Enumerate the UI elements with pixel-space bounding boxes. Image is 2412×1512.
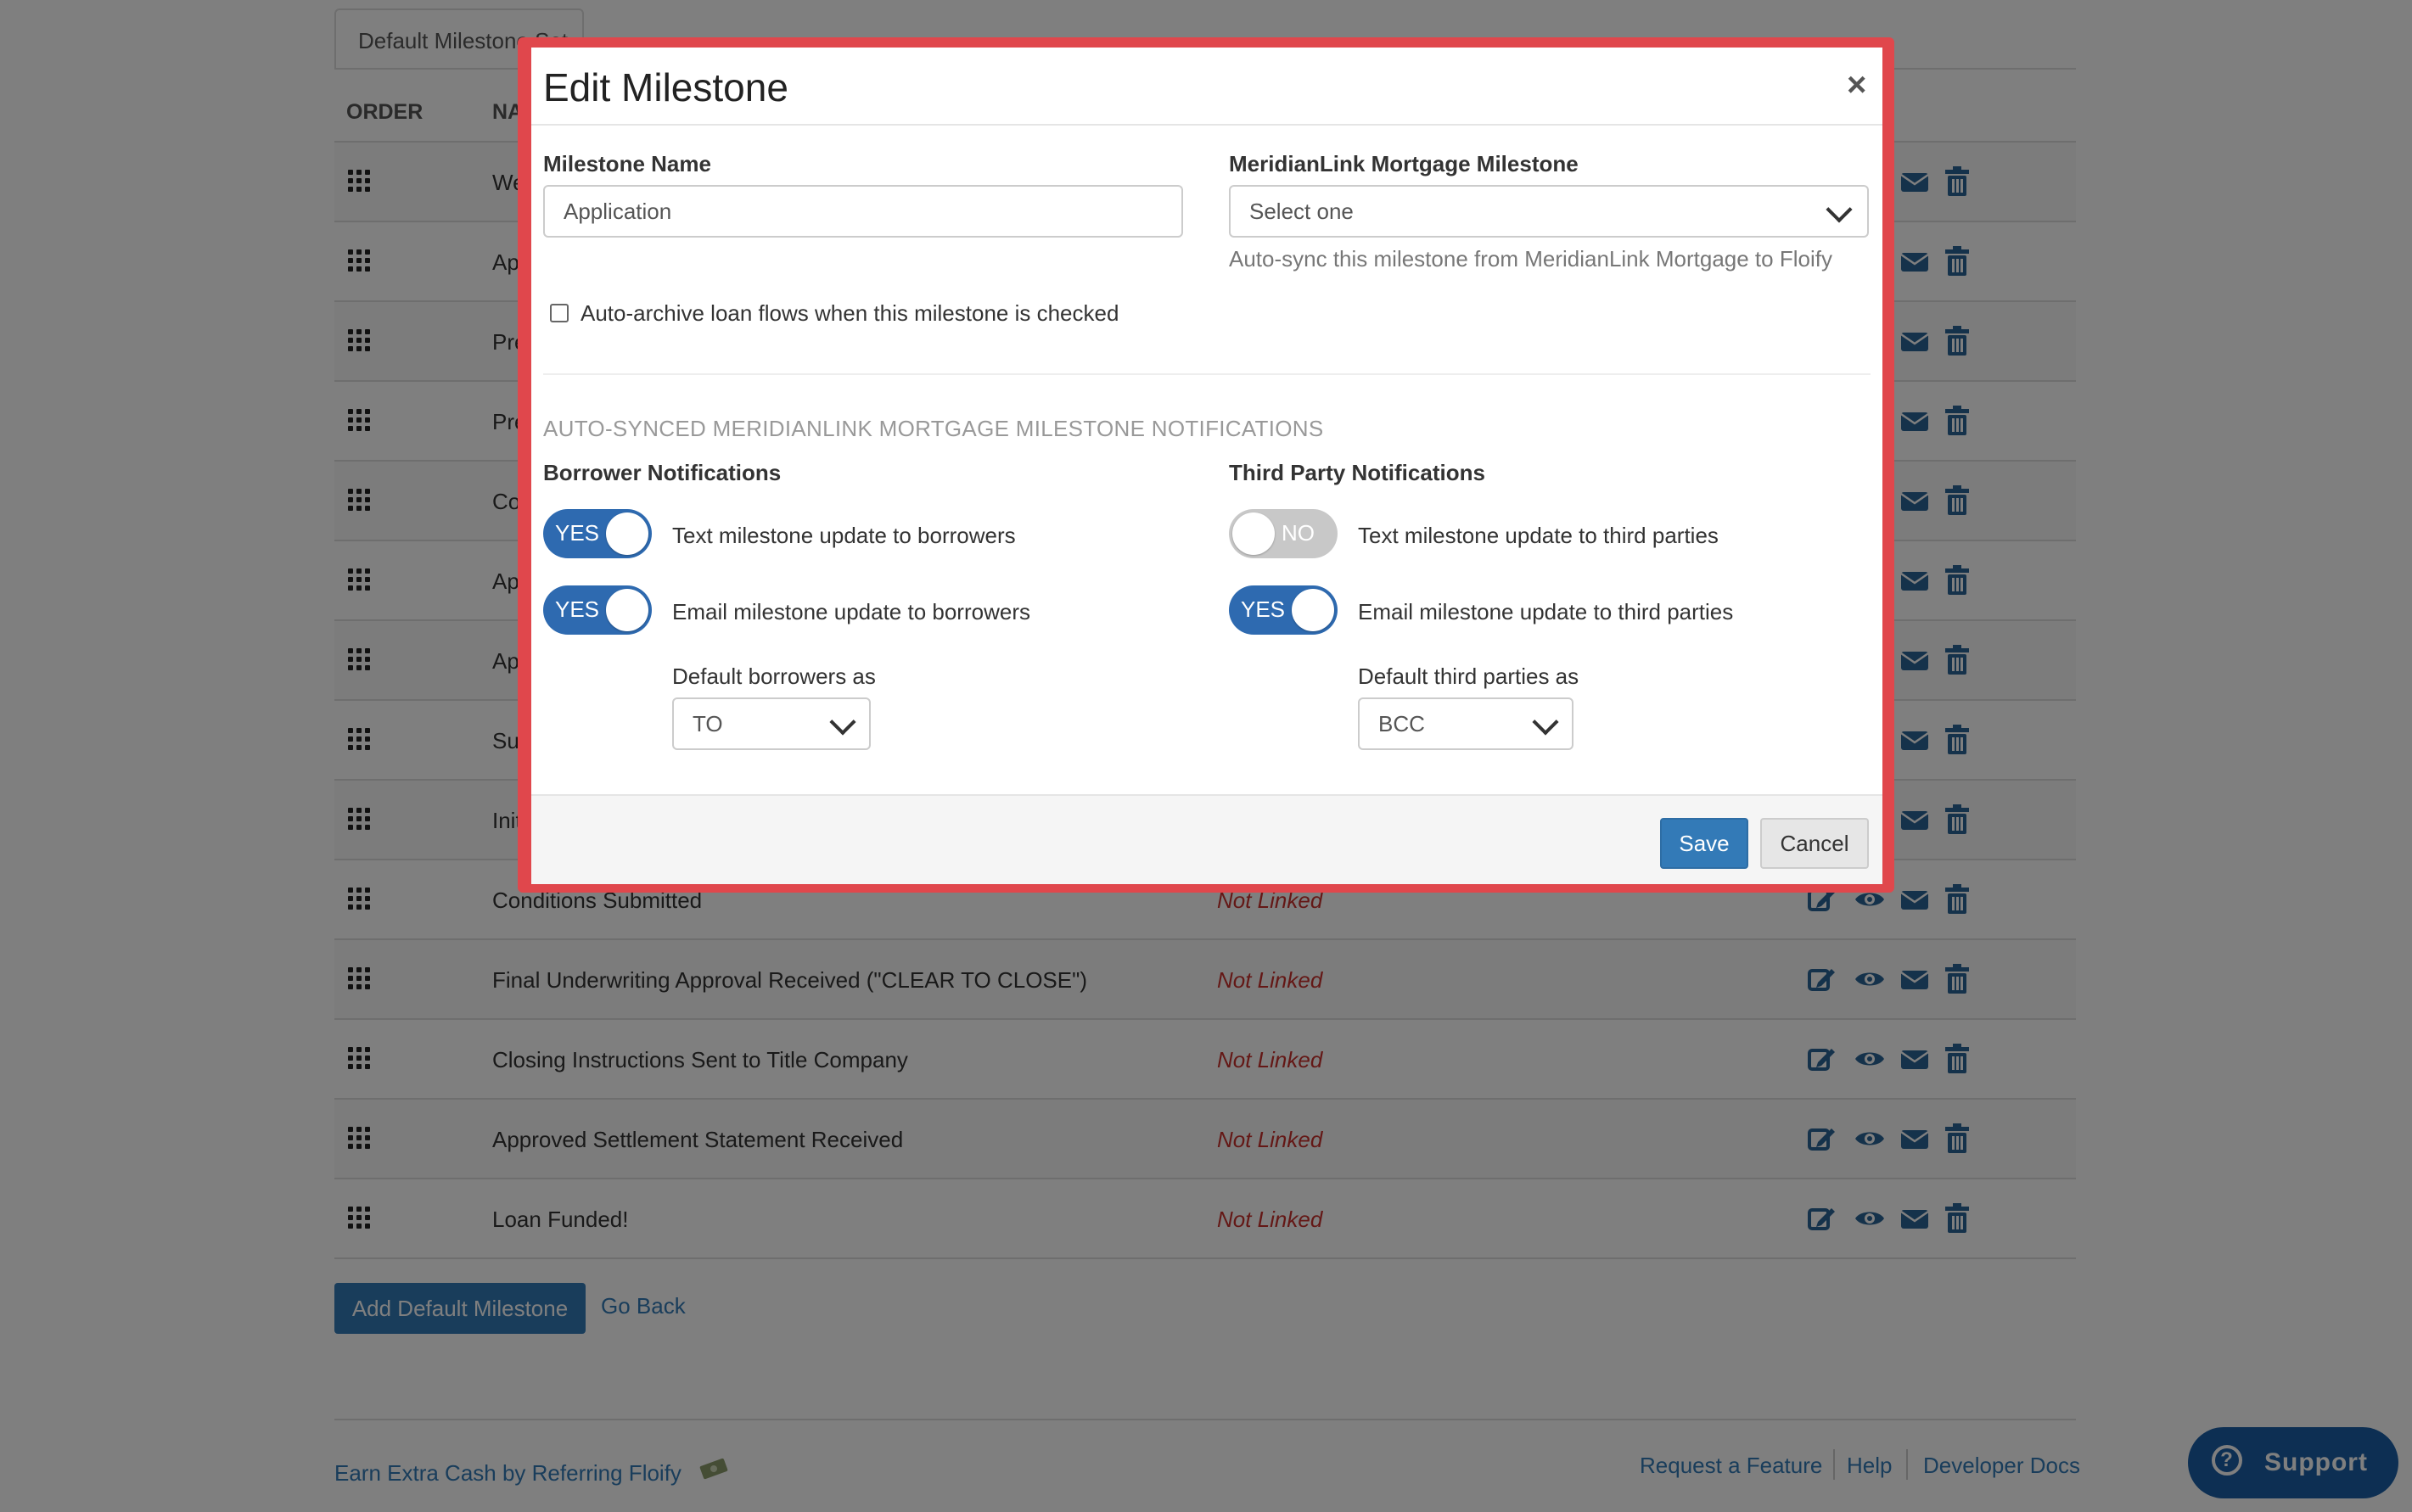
third-party-email-label: Email milestone update to third parties	[1358, 599, 1734, 624]
toggle-state-label: YES	[1241, 596, 1286, 622]
close-icon[interactable]: ×	[1847, 66, 1866, 104]
meridianlink-help-text: Auto-sync this milestone from MeridianLi…	[1229, 246, 1832, 272]
toggle-knob	[1232, 512, 1275, 555]
default-borrowers-select[interactable]: TO	[672, 697, 871, 750]
default-third-parties-label: Default third parties as	[1358, 664, 1579, 689]
borrower-text-toggle[interactable]: YES	[543, 509, 652, 558]
default-third-parties-value: BCC	[1378, 711, 1425, 736]
auto-archive-checkbox[interactable]	[550, 304, 569, 322]
borrower-email-toggle[interactable]: YES	[543, 585, 652, 635]
modal-header-divider	[531, 124, 1882, 126]
borrower-notifications-heading: Borrower Notifications	[543, 460, 782, 485]
milestone-name-input[interactable]: Application	[543, 185, 1183, 238]
chevron-down-icon	[829, 708, 856, 736]
borrower-text-label: Text milestone update to borrowers	[672, 523, 1016, 548]
third-party-text-toggle[interactable]: NO	[1229, 509, 1338, 558]
modal-title: Edit Milestone	[543, 65, 788, 109]
notifications-section-title: AUTO-SYNCED MERIDIANLINK MORTGAGE MILEST…	[543, 416, 1324, 441]
save-button[interactable]: Save	[1660, 818, 1748, 869]
default-third-parties-select[interactable]: BCC	[1358, 697, 1573, 750]
chevron-down-icon	[1826, 196, 1853, 223]
default-borrowers-value: TO	[693, 711, 723, 736]
meridianlink-milestone-select[interactable]: Select one	[1229, 185, 1869, 238]
toggle-state-label: YES	[555, 520, 600, 546]
toggle-knob	[1292, 589, 1334, 631]
meridianlink-milestone-label: MeridianLink Mortgage Milestone	[1229, 151, 1579, 176]
chevron-down-icon	[1532, 708, 1559, 736]
toggle-knob	[606, 512, 648, 555]
third-party-text-label: Text milestone update to third parties	[1358, 523, 1719, 548]
third-party-notifications-heading: Third Party Notifications	[1229, 460, 1485, 485]
toggle-state-label: NO	[1282, 520, 1315, 546]
meridianlink-milestone-value: Select one	[1249, 199, 1354, 224]
default-borrowers-label: Default borrowers as	[672, 664, 876, 689]
third-party-email-toggle[interactable]: YES	[1229, 585, 1338, 635]
toggle-state-label: YES	[555, 596, 600, 622]
section-divider	[543, 373, 1871, 375]
toggle-knob	[606, 589, 648, 631]
cancel-button[interactable]: Cancel	[1760, 818, 1869, 869]
milestone-name-label: Milestone Name	[543, 151, 711, 176]
borrower-email-label: Email milestone update to borrowers	[672, 599, 1030, 624]
auto-archive-label: Auto-archive loan flows when this milest…	[581, 300, 1119, 326]
